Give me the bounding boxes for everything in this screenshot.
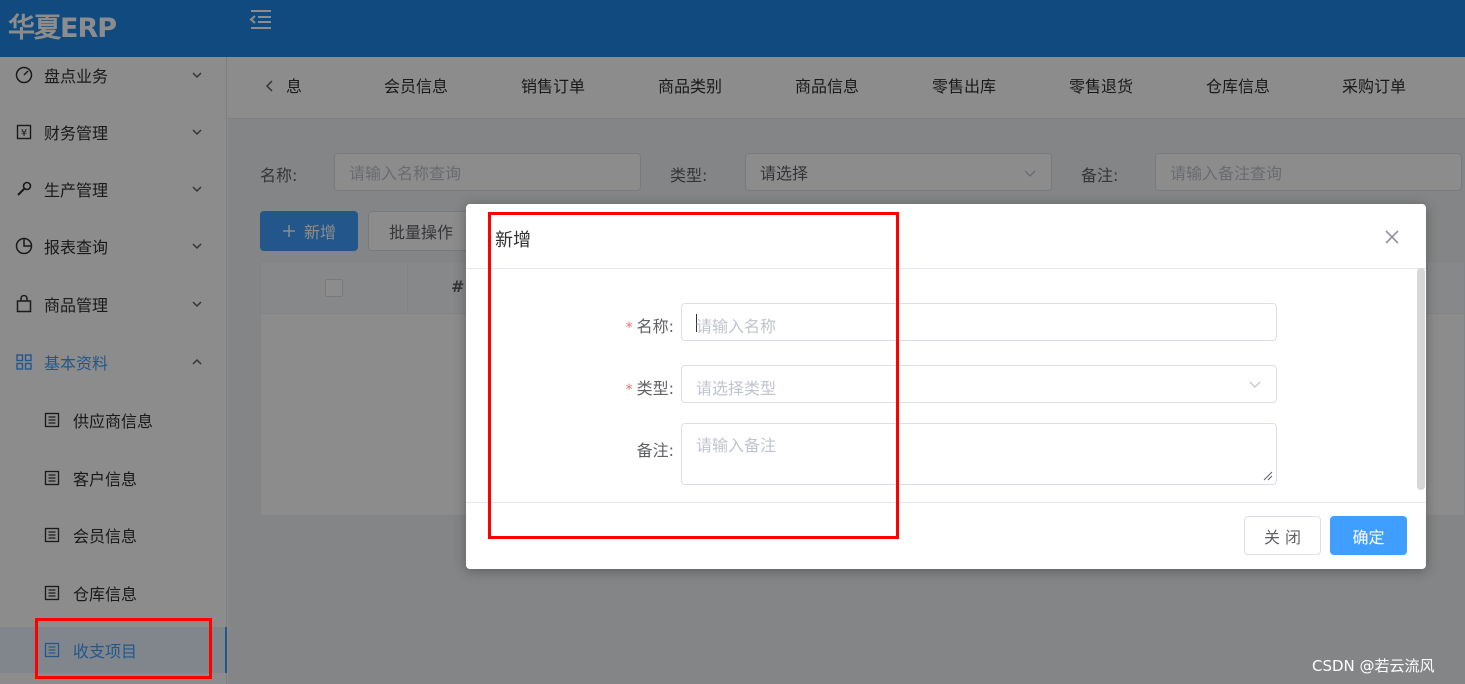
resize-handle-icon[interactable] xyxy=(1263,471,1273,481)
confirm-button[interactable]: 确定 xyxy=(1330,516,1407,555)
close-icon[interactable] xyxy=(1383,228,1401,246)
watermark: CSDN @若云流风 xyxy=(1312,657,1435,675)
dialog-scrollbar[interactable] xyxy=(1417,268,1425,490)
annotation-highlight-box xyxy=(488,212,899,539)
chevron-down-icon xyxy=(1249,381,1261,388)
annotation-highlight-box xyxy=(35,618,212,679)
close-button[interactable]: 关 闭 xyxy=(1244,516,1321,555)
